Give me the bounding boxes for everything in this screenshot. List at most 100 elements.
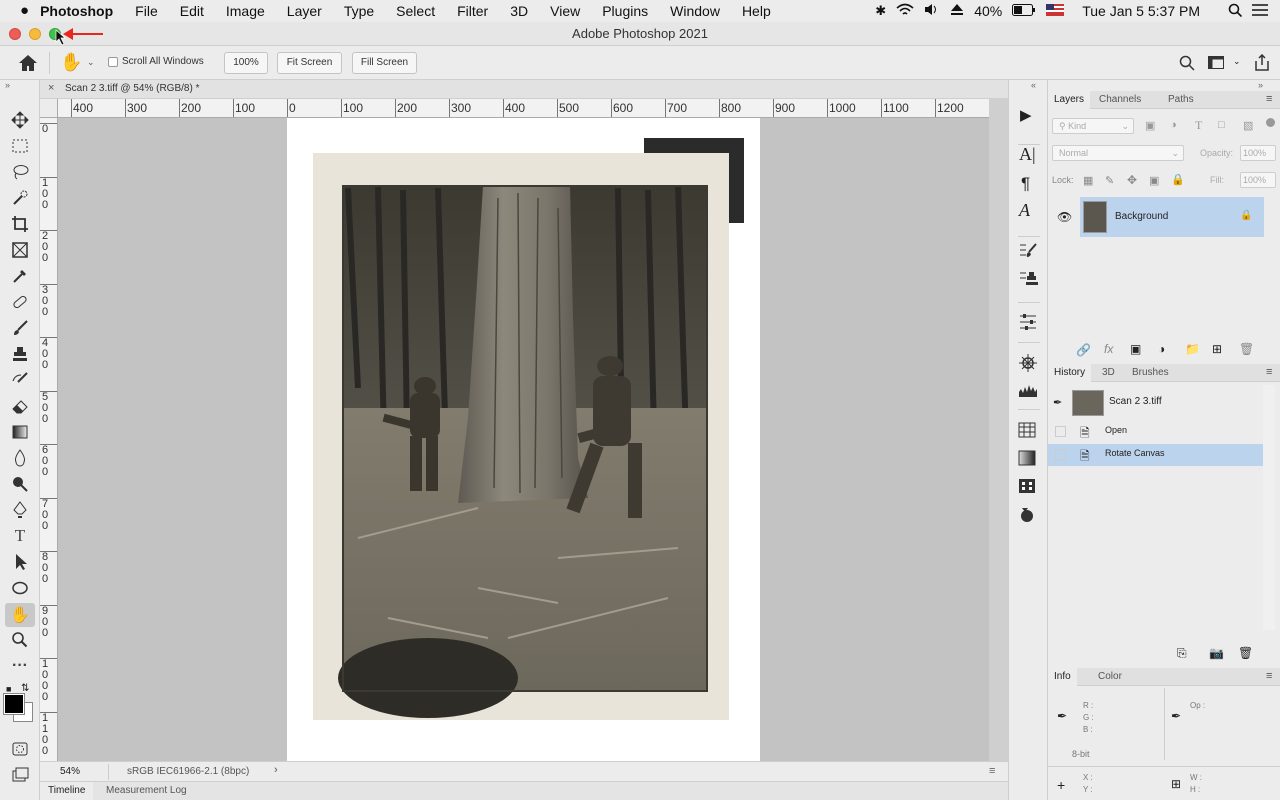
info-panel-menu-icon[interactable]: ≡	[1266, 670, 1272, 682]
menu-layer[interactable]: Layer	[276, 0, 333, 22]
app-menu[interactable]: Photoshop	[40, 0, 124, 22]
search-icon[interactable]	[1179, 55, 1195, 74]
tab-timeline[interactable]: Timeline	[40, 782, 94, 800]
workspace-chevron-icon[interactable]: ⌄	[1233, 56, 1241, 67]
fill-field[interactable]: 100%	[1240, 172, 1276, 188]
default-colors-icon[interactable]: ■	[6, 684, 11, 694]
ellipse-tool-icon[interactable]	[8, 577, 32, 599]
filter-shape-icon[interactable]: □	[1218, 119, 1225, 131]
swatches-icon[interactable]	[1018, 422, 1036, 441]
document-tab[interactable]: × Scan 2 3.tiff @ 54% (RGB/8) *	[40, 80, 1008, 99]
new-layer-icon[interactable]: ⊞	[1212, 342, 1222, 356]
quick-mask-icon[interactable]	[8, 738, 32, 760]
new-group-icon[interactable]: 📁	[1185, 342, 1200, 356]
history-state-rotate-canvas[interactable]: 🗎 Rotate Canvas	[1048, 444, 1263, 466]
menu-file[interactable]: File	[124, 0, 169, 22]
tab-3d[interactable]: 3D	[1096, 364, 1121, 382]
history-scrollbar[interactable]	[1263, 385, 1275, 630]
tab-measurement-log[interactable]: Measurement Log	[100, 782, 193, 800]
eraser-tool-icon[interactable]	[8, 395, 32, 417]
properties-icon[interactable]	[1018, 313, 1038, 334]
type-tool-icon[interactable]: T	[8, 525, 32, 547]
filter-adjustment-icon[interactable]: ◑	[1170, 119, 1177, 131]
lock-all-icon[interactable]: 🔒	[1171, 173, 1185, 186]
volume-icon[interactable]	[924, 3, 940, 19]
apple-menu-icon[interactable]: ●	[0, 0, 40, 22]
frame-tool-icon[interactable]	[8, 239, 32, 261]
blend-mode-select[interactable]: Normal ⌄	[1052, 145, 1184, 161]
fill-screen-button[interactable]: Fill Screen	[352, 52, 417, 74]
menu-3d[interactable]: 3D	[499, 0, 539, 22]
path-selection-tool-icon[interactable]	[8, 551, 32, 573]
history-brush-source-icon[interactable]: ✒	[1053, 396, 1062, 409]
menu-type[interactable]: Type	[333, 0, 385, 22]
shapes-icon[interactable]	[1018, 506, 1036, 527]
eject-icon[interactable]	[950, 3, 964, 19]
vertical-ruler[interactable]: 0 1 0 0 2 0 0 3 0 0 4 0 0 5 0 0 6 0 0 7 0 0 8 0 …	[40, 118, 58, 761]
bluetooth-icon[interactable]: ✱	[875, 3, 886, 19]
scroll-all-windows-checkbox[interactable]: Scroll All Windows	[108, 56, 204, 67]
new-snapshot-icon[interactable]: 📷	[1209, 646, 1224, 660]
snapshot-thumbnail[interactable]	[1072, 390, 1104, 416]
history-source-checkbox[interactable]	[1055, 449, 1066, 460]
wifi-icon[interactable]	[896, 3, 914, 19]
horizontal-ruler[interactable]: 400 300 200 100 0 100 200 300 400 500 600 700 800 900…	[58, 99, 989, 118]
adjustment-layer-icon[interactable]: ◑	[1158, 342, 1165, 356]
lasso-tool-icon[interactable]	[8, 161, 32, 183]
screen-mode-icon[interactable]	[8, 764, 32, 786]
patterns-icon[interactable]	[1018, 478, 1036, 497]
menu-filter[interactable]: Filter	[446, 0, 499, 22]
home-icon[interactable]	[18, 54, 38, 75]
collapse-right-panels-icon[interactable]: »	[1258, 80, 1263, 90]
crop-tool-icon[interactable]	[8, 213, 32, 235]
filter-toggle-icon[interactable]	[1266, 118, 1275, 127]
spotlight-icon[interactable]	[1228, 3, 1243, 20]
layers-panel-menu-icon[interactable]: ≡	[1266, 93, 1272, 105]
histogram-icon[interactable]	[1018, 382, 1038, 401]
tab-brushes[interactable]: Brushes	[1126, 364, 1175, 382]
foreground-color-swatch[interactable]	[3, 693, 25, 715]
fit-screen-button[interactable]: Fit Screen	[277, 52, 342, 74]
battery-icon[interactable]	[1012, 3, 1036, 19]
link-layers-icon[interactable]: 🔗	[1076, 343, 1091, 357]
healing-brush-tool-icon[interactable]	[8, 291, 32, 313]
brush-tool-icon[interactable]	[8, 317, 32, 339]
eyedropper-tool-icon[interactable]	[8, 265, 32, 287]
history-brush-tool-icon[interactable]	[8, 369, 32, 391]
character-panel-icon[interactable]: A|	[1019, 144, 1036, 165]
panel-menu-icon[interactable]: ≡	[989, 765, 995, 777]
blur-tool-icon[interactable]	[8, 447, 32, 469]
zoom-100-button[interactable]: 100%	[224, 52, 268, 74]
clock[interactable]: Tue Jan 5 5:37 PM	[1082, 3, 1200, 19]
share-icon[interactable]	[1254, 53, 1270, 74]
layer-filter-kind[interactable]: ⚲ Kind ⌄	[1052, 118, 1134, 134]
ruler-origin[interactable]	[40, 99, 58, 118]
menu-view[interactable]: View	[539, 0, 591, 22]
menu-image[interactable]: Image	[215, 0, 276, 22]
gradient-tool-icon[interactable]	[8, 421, 32, 443]
lock-position-icon[interactable]: ✥	[1127, 173, 1137, 187]
menu-edit[interactable]: Edit	[169, 0, 215, 22]
tab-channels[interactable]: Channels	[1093, 91, 1147, 109]
lock-artboard-icon[interactable]: ▣	[1149, 174, 1159, 187]
filter-pixel-icon[interactable]: ▣	[1145, 119, 1155, 132]
tab-history[interactable]: History	[1048, 364, 1092, 382]
status-menu-chevron-icon[interactable]: ›	[274, 764, 278, 776]
gradients-icon[interactable]	[1018, 450, 1036, 469]
tab-color[interactable]: Color	[1092, 668, 1128, 686]
tab-paths[interactable]: Paths	[1162, 91, 1200, 109]
filter-type-icon[interactable]: T	[1195, 118, 1202, 133]
swap-colors-icon[interactable]: ⇅	[21, 683, 29, 694]
delete-state-icon[interactable]: 🗑	[1238, 646, 1253, 660]
zoom-level-field[interactable]: 54%	[60, 766, 80, 777]
add-mask-icon[interactable]: ▣	[1130, 342, 1141, 356]
history-source-checkbox[interactable]	[1055, 426, 1066, 437]
lock-image-pixels-icon[interactable]: ✎	[1105, 174, 1114, 187]
actions-play-icon[interactable]: ▶	[1020, 106, 1032, 124]
lock-transparent-pixels-icon[interactable]: ▦	[1083, 174, 1093, 187]
zoom-tool-icon[interactable]	[8, 629, 32, 651]
quick-selection-tool-icon[interactable]	[8, 187, 32, 209]
hand-tool-icon[interactable]: ✋	[5, 603, 35, 627]
minimize-window-button[interactable]	[29, 28, 41, 40]
expand-panels-icon[interactable]: «	[1031, 80, 1036, 90]
